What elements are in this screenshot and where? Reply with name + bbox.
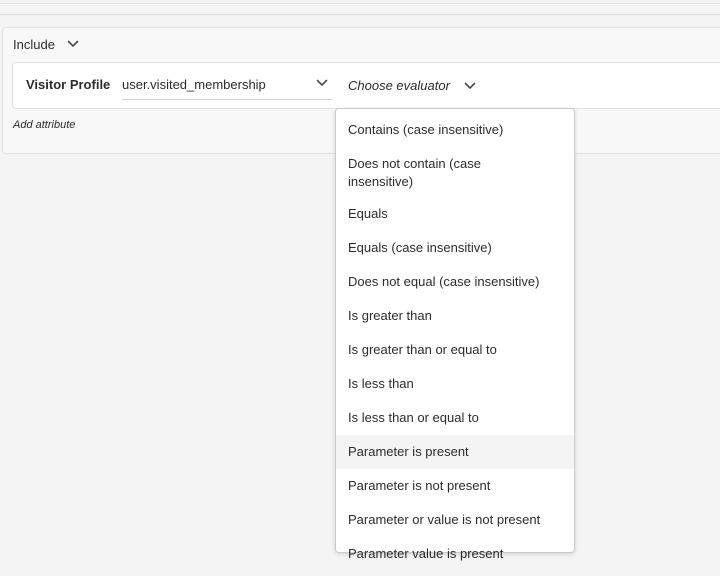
top-strip: [0, 0, 720, 15]
menu-item-contains-ci[interactable]: Contains (case insensitive): [336, 113, 574, 147]
evaluator-placeholder: Choose evaluator: [348, 78, 450, 93]
attribute-value: user.visited_membership: [122, 77, 266, 92]
menu-item-parameter-not-present[interactable]: Parameter is not present: [336, 469, 574, 503]
include-label: Include: [13, 36, 55, 52]
divider: [0, 3, 720, 4]
add-attribute-link[interactable]: Add attribute: [13, 119, 75, 131]
menu-item-does-not-equal-ci[interactable]: Does not equal (case insensitive): [336, 265, 574, 299]
menu-item-greater-than[interactable]: Is greater than: [336, 299, 574, 333]
menu-item-parameter-present[interactable]: Parameter is present: [336, 435, 574, 469]
evaluator-dropdown-menu: Contains (case insensitive) Does not con…: [335, 108, 575, 561]
menu-item-less-than-or-equal[interactable]: Is less than or equal to: [336, 401, 574, 435]
chevron-down-icon: [67, 40, 79, 48]
menu-item-does-not-contain-ci[interactable]: Does not contain (case insensitive): [336, 147, 574, 197]
evaluator-select[interactable]: Choose evaluator: [348, 78, 476, 93]
menu-item-equals[interactable]: Equals: [336, 197, 574, 231]
include-dropdown[interactable]: Include: [13, 36, 79, 52]
rule-label: Visitor Profile: [26, 77, 111, 92]
chevron-down-icon: [316, 79, 328, 87]
menu-item-parameter-or-value-not-present[interactable]: Parameter or value is not present: [336, 503, 574, 537]
attribute-select[interactable]: user.visited_membership: [122, 70, 332, 100]
menu-item-equals-ci[interactable]: Equals (case insensitive): [336, 231, 574, 265]
chevron-down-icon: [464, 82, 476, 90]
menu-item-parameter-value-present[interactable]: Parameter value is present: [336, 537, 574, 571]
menu-item-greater-than-or-equal[interactable]: Is greater than or equal to: [336, 333, 574, 367]
menu-item-less-than[interactable]: Is less than: [336, 367, 574, 401]
